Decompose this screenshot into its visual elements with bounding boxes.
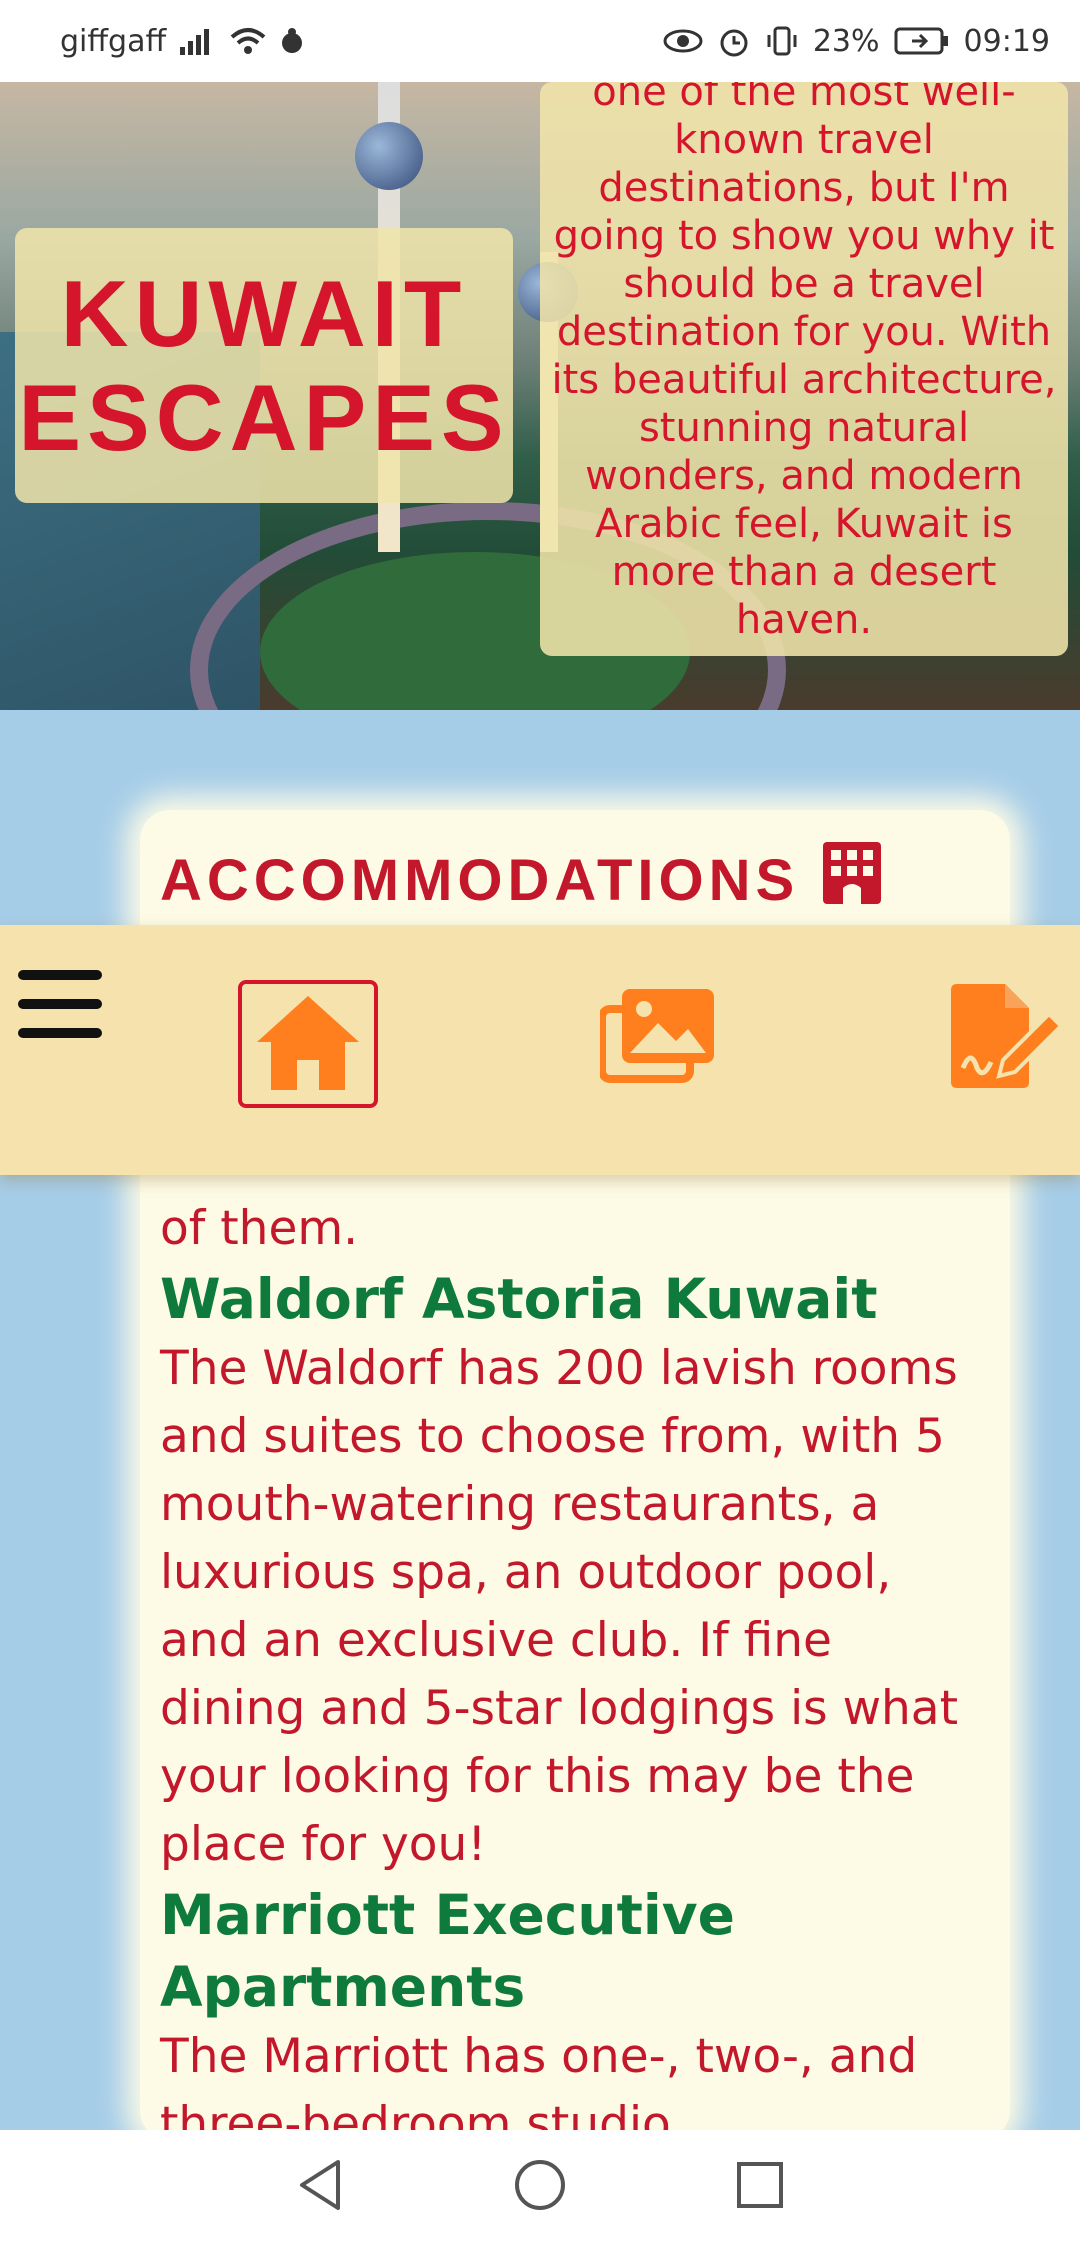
notification-icon	[280, 27, 304, 55]
title-line-2: ESCAPES	[18, 364, 510, 470]
carrier-label: giffgaff	[60, 23, 167, 59]
hotel-description: The Marriott has one-, two-, and three-b…	[160, 2029, 918, 2140]
intro-panel: one of the most well-known travel destin…	[540, 82, 1068, 656]
alarm-icon	[717, 25, 751, 57]
hero-tower-sphere	[355, 122, 423, 190]
battery-percent: 23%	[812, 23, 880, 59]
signal-icon	[180, 27, 216, 55]
circle-icon	[513, 2158, 567, 2216]
section-heading: ACCOMMODATIONS	[160, 840, 883, 920]
battery-charging-icon	[894, 26, 950, 56]
site-title: KUWAIT ESCAPES	[15, 228, 513, 503]
square-icon	[735, 2160, 785, 2214]
intro-tail: of them.	[160, 1201, 359, 1256]
gallery-icon	[598, 987, 716, 1087]
home-system-button[interactable]	[510, 2157, 570, 2217]
hotel-name: Marriott Executive Apartments	[160, 1883, 735, 2019]
back-button[interactable]	[290, 2157, 350, 2217]
hotel-description: The Waldorf has 200 lavish rooms and sui…	[160, 1341, 959, 1872]
nav-home-button[interactable]	[238, 980, 378, 1108]
title-line-1: KUWAIT	[60, 260, 468, 366]
eye-icon	[663, 28, 703, 54]
section-heading-label: ACCOMMODATIONS	[160, 847, 800, 913]
hotel-icon	[821, 840, 883, 920]
nav-gallery-button[interactable]	[598, 987, 718, 1087]
back-icon	[296, 2158, 344, 2216]
home-icon	[251, 990, 365, 1098]
intro-text: one of the most well-known travel destin…	[551, 82, 1057, 643]
status-bar: giffgaff 23% 09:19	[0, 0, 1080, 82]
vibrate-icon	[765, 25, 799, 57]
hamburger-icon[interactable]	[18, 970, 102, 1046]
nav-contact-button[interactable]	[940, 983, 1070, 1095]
system-nav-bar	[0, 2130, 1080, 2244]
form-icon	[945, 982, 1065, 1096]
wifi-icon	[230, 27, 266, 55]
recents-button[interactable]	[730, 2157, 790, 2217]
clock: 09:19	[963, 23, 1050, 59]
hotel-name: Waldorf Astoria Kuwait	[160, 1267, 878, 1331]
nav-bar	[0, 925, 1080, 1175]
accommodations-content: of them. Waldorf Astoria Kuwait The Wald…	[160, 1195, 990, 2140]
